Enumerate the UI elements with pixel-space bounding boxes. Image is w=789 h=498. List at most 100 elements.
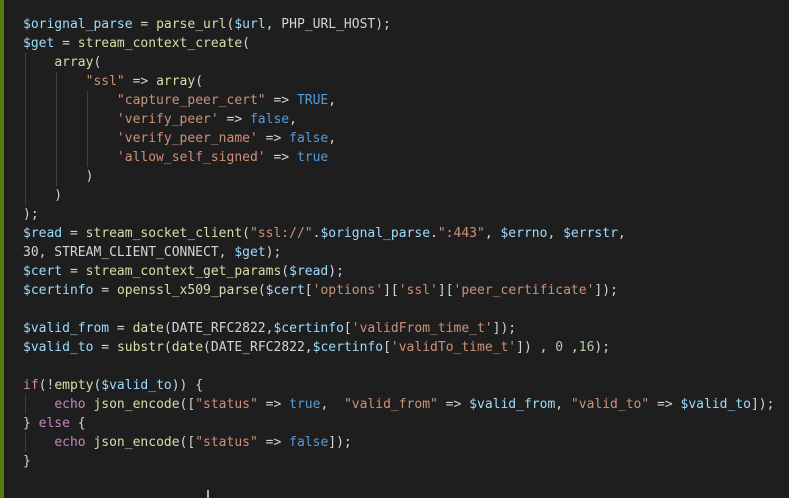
code-token-plain: => — [257, 435, 290, 450]
code-line[interactable]: ); — [23, 205, 789, 224]
code-token-kw: else — [38, 416, 70, 431]
code-line[interactable]: $read = stream_socket_client("ssl://".$o… — [23, 224, 789, 243]
code-token-var: $valid_from — [469, 397, 556, 412]
code-token-str: "ssl://" — [250, 226, 313, 241]
code-lines[interactable]: $orignal_parse = parse_url ($url, PHP_URL… — [23, 15, 789, 471]
code-token-var: $url — [234, 17, 266, 32]
code-line[interactable]: } else { — [23, 414, 789, 433]
code-token-var: $errno — [500, 226, 548, 241]
code-token-var: $orignal_parse — [23, 17, 133, 32]
code-token-str: "valid_to" — [570, 397, 650, 412]
code-token-plain: , — [563, 340, 579, 355]
code-token-bool: TRUE — [296, 93, 329, 108]
code-line[interactable]: $valid_from = date(DATE_RFC2822,$certinf… — [23, 319, 789, 338]
code-token-bool: true — [289, 397, 321, 412]
code-token-plain: (DATE_RFC2822, — [163, 321, 274, 336]
code-token-plain: => — [257, 397, 290, 412]
code-token-var: $cert — [23, 264, 63, 279]
code-token-bool: false — [289, 435, 329, 450]
code-token-str: "valid_from" — [343, 397, 438, 412]
code-token-str: 'verify_peer_name' — [116, 131, 258, 146]
code-token-plain: (! — [38, 378, 55, 393]
code-token-str: "status" — [195, 435, 258, 450]
code-token-str: 'allow_self_signed' — [116, 150, 266, 165]
code-token-var: $get — [23, 36, 55, 51]
code-token-str: "capture_peer_cert" — [116, 93, 266, 108]
code-line[interactable]: 'allow_self_signed' => true — [23, 148, 789, 167]
code-token-plain: ( — [93, 55, 102, 70]
code-token-fn: stream_context_get_params — [85, 264, 282, 279]
code-line[interactable]: } — [23, 452, 789, 471]
code-token-plain: ]); — [750, 397, 775, 412]
code-line[interactable]: echo json_encode(["status" => true, "val… — [23, 395, 789, 414]
code-token-str: 'verify_peer' — [116, 112, 219, 127]
code-token-plain: )) { — [171, 378, 204, 393]
code-line[interactable]: array( — [23, 53, 789, 72]
code-token-plain: [ — [383, 340, 391, 355]
code-token-kw: echo — [54, 397, 86, 412]
code-token-plain: 30, STREAM_CLIENT_CONNECT, — [23, 245, 235, 260]
code-line[interactable]: $orignal_parse = parse_url($url, PHP_URL… — [23, 15, 789, 34]
code-token-fn: json_encode — [93, 435, 180, 450]
text-cursor — [207, 490, 209, 498]
code-line[interactable]: ) — [23, 186, 789, 205]
code-token-plain: => — [437, 397, 470, 412]
code-token-plain: , — [328, 93, 337, 108]
code-line[interactable]: $valid_to = substr(date(DATE_RFC2822,$ce… — [23, 338, 789, 357]
code-token-plain: ]) , — [516, 340, 556, 355]
code-token-var: $orignal_parse — [320, 226, 431, 241]
code-token-plain: , — [289, 112, 297, 127]
code-token-plain: ); — [23, 207, 39, 222]
code-token-var: $certinfo — [273, 321, 344, 336]
code-token-plain: ) — [23, 188, 63, 203]
code-token-plain: [ — [304, 283, 313, 298]
code-line[interactable]: echo json_encode(["status" => false]); — [23, 433, 789, 452]
code-token-plain: , — [555, 397, 571, 412]
code-token-plain: => — [218, 112, 250, 127]
code-token-plain: = — [93, 340, 117, 355]
code-line[interactable] — [23, 357, 789, 376]
code-token-plain: , — [484, 226, 501, 241]
code-content[interactable]: $orignal_parse = parse_url ($url, PHP_URL… — [23, 15, 789, 498]
code-line[interactable]: $get = stream_context_create( — [23, 34, 789, 53]
code-token-fn: json_encode — [93, 397, 180, 412]
code-token-var: $get — [234, 245, 266, 260]
code-token-plain: ); — [328, 264, 344, 279]
code-token-plain: { — [69, 416, 86, 431]
code-line[interactable]: 30, STREAM_CLIENT_CONNECT, $get); — [23, 243, 789, 262]
code-token-plain: ); — [265, 245, 282, 260]
code-line[interactable]: ) — [23, 167, 789, 186]
code-token-plain: ]); — [492, 321, 517, 336]
code-token-str: 'options' — [312, 283, 384, 298]
code-token-plain: ( — [195, 74, 204, 89]
code-token-plain: ( — [242, 226, 250, 241]
code-token-var: $certinfo — [312, 340, 384, 355]
code-line[interactable]: 'verify_peer_name' => false, — [23, 129, 789, 148]
code-line[interactable]: if(!empty($valid_to)) { — [23, 376, 789, 395]
code-token-fn: stream_context_create — [77, 36, 243, 51]
code-editor[interactable]: $orignal_parse = parse_url ($url, PHP_URL… — [0, 0, 789, 498]
code-token-plain: ( — [281, 264, 290, 279]
code-token-plain: ); — [594, 340, 611, 355]
code-token-str: 'validFrom_time_t' — [351, 321, 493, 336]
code-line[interactable] — [23, 300, 789, 319]
code-token-plain: ) — [23, 169, 94, 184]
code-line[interactable]: $certinfo = openssl_x509_parse($cert['op… — [23, 281, 789, 300]
code-line[interactable]: 'verify_peer' => false, — [23, 110, 789, 129]
code-token-plain: ([ — [179, 397, 196, 412]
code-token-plain: = — [132, 17, 157, 32]
code-line[interactable]: $cert = stream_context_get_params($read)… — [23, 262, 789, 281]
code-token-fn: openssl_x509_parse — [116, 283, 258, 298]
code-line[interactable]: "capture_peer_cert" => TRUE, — [23, 91, 789, 110]
code-token-fn: parse_url — [156, 17, 227, 32]
code-token-plain: , — [328, 131, 337, 146]
code-line[interactable]: "ssl" => array( — [23, 72, 789, 91]
code-token-plain: , — [617, 226, 626, 241]
code-token-plain: ][ — [437, 283, 454, 298]
code-token-plain: => — [265, 93, 297, 108]
code-token-var: $valid_to — [101, 378, 172, 393]
code-token-kw: if — [23, 378, 39, 393]
code-token-var: $read — [23, 226, 63, 241]
code-token-plain: ]); — [594, 283, 618, 298]
